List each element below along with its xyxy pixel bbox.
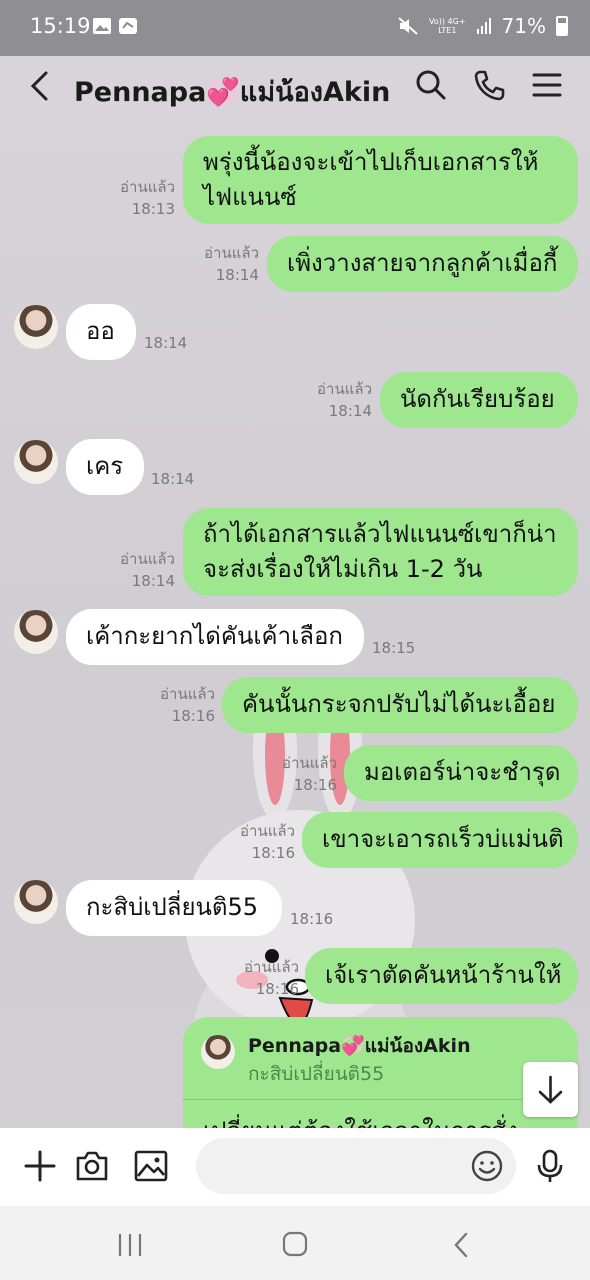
message-text-line: จะส่งเรื่องให้ไม่เกิน 1-2 วัน (203, 555, 483, 583)
message-time: 18:16 (255, 980, 299, 998)
network-indicator: Vo)) 4G+ LTE1 (429, 17, 466, 35)
message-input-bar (0, 1128, 590, 1206)
mute-icon (398, 17, 418, 35)
network-bottom-label: LTE1 (438, 26, 457, 35)
reply-quoted-text: กะสิบ่เปลี่ยนติ55 (248, 1063, 385, 1085)
read-status: อ่านแล้ว (240, 822, 295, 840)
app-notification-icon (119, 18, 137, 34)
chat-title[interactable]: Pennapa💞แม่น้องAkin (74, 70, 390, 113)
message-bubble-outgoing[interactable]: ถ้าได้เอกสารแล้วไฟแนนซ์เขาก็น่า จะส่งเรื… (183, 508, 578, 596)
network-top-label: Vo)) 4G+ (429, 17, 466, 26)
read-status: อ่านแล้ว (120, 550, 175, 568)
message-bubble-outgoing[interactable]: พรุ่งนี้น้องจะเข้าไปเก็บเอกสารให้ ไฟแนนซ… (183, 136, 578, 224)
message-bubble-outgoing[interactable]: เขาจะเอารถเร็วบ่แม่นติ (302, 812, 578, 868)
message-meta: อ่านแล้ว 18:16 (140, 683, 215, 727)
read-status: อ่านแล้ว (282, 754, 337, 772)
message-time: 18:16 (251, 844, 295, 862)
status-right-group: Vo)) 4G+ LTE1 71% (397, 14, 568, 38)
message-input[interactable] (196, 1138, 516, 1194)
message-time: 18:14 (131, 572, 175, 590)
message-bubble-outgoing[interactable]: คันนั้นกระจกปรับไม่ได้นะเอื้อย (222, 677, 578, 733)
battery-icon (556, 16, 568, 36)
read-status: อ่านแล้ว (204, 244, 259, 262)
message-bubble-incoming[interactable]: เคร (66, 439, 144, 495)
contact-avatar[interactable] (14, 440, 58, 484)
message-meta: อ่านแล้ว 18:16 (220, 820, 295, 864)
message-meta: อ่านแล้ว 18:13 (100, 176, 175, 220)
gallery-notification-icon (93, 18, 111, 34)
contact-avatar[interactable] (14, 880, 58, 924)
contact-avatar[interactable] (14, 610, 58, 654)
message-meta: อ่านแล้ว 18:14 (298, 378, 372, 422)
scroll-to-bottom-button[interactable] (523, 1062, 578, 1117)
chat-header: Pennapa💞แม่น้องAkin (0, 56, 590, 120)
arrow-down-icon (538, 1075, 563, 1104)
message-text-line: พรุ่งนี้น้องจะเข้าไปเก็บเอกสารให้ (203, 148, 539, 176)
message-time: 18:14 (328, 402, 372, 420)
message-time: 18:14 (151, 470, 195, 488)
status-time: 15:19 (30, 14, 91, 38)
message-time: 18:13 (131, 200, 175, 218)
status-bar: 15:19 Vo)) 4G+ LTE1 71% (0, 0, 590, 56)
back-arrow-icon[interactable] (26, 70, 56, 102)
camera-icon[interactable] (74, 1148, 110, 1184)
message-text-line: เขาจะเอารถเร็วบ่แม่นติ (322, 825, 564, 853)
message-time: 18:16 (290, 910, 334, 928)
read-status: อ่านแล้ว (160, 685, 215, 703)
message-text-line: ออ (86, 317, 115, 345)
battery-percent: 71% (501, 14, 546, 38)
message-bubble-outgoing[interactable]: นัดกันเรียบร้อย (380, 372, 578, 428)
emoji-icon[interactable] (469, 1148, 505, 1184)
message-text-line: นัดกันเรียบร้อย (400, 385, 555, 413)
message-text-line: เพิ่งวางสายจากลูกค้าเมื่อกี้ (287, 249, 558, 277)
image-icon[interactable] (133, 1148, 169, 1184)
message-bubble-incoming[interactable]: กะสิบ่เปลี่ยนติ55 (66, 880, 282, 936)
message-text-line: กะสิบ่เปลี่ยนติ55 (86, 893, 259, 921)
contact-avatar[interactable] (14, 305, 58, 349)
read-status: อ่านแล้ว (120, 178, 175, 196)
chat-area[interactable]: อ่านแล้ว 18:13 พรุ่งนี้น้องจะเข้าไปเก็บเ… (0, 120, 590, 1128)
message-text-line: เค้ากะยากได่คันเค้าเลือก (86, 622, 343, 650)
signal-icon (476, 18, 491, 34)
system-nav-bar (0, 1206, 590, 1280)
message-time: 18:15 (372, 639, 416, 657)
message-meta: อ่านแล้ว 18:14 (100, 548, 175, 592)
recent-apps-icon[interactable] (110, 1230, 150, 1260)
read-status: อ่านแล้ว (244, 958, 299, 976)
message-text-line: ไฟแนนซ์ (203, 183, 297, 211)
search-icon[interactable] (414, 68, 448, 102)
back-nav-icon[interactable] (442, 1230, 482, 1260)
read-status: อ่านแล้ว (317, 380, 372, 398)
message-text-line: คันนั้นกระจกปรับไม่ได้นะเอื้อย (242, 690, 556, 718)
message-meta: อ่านแล้ว 18:14 (185, 242, 259, 286)
message-bubble-outgoing[interactable]: มอเตอร์น่าจะชำรุด (344, 745, 578, 801)
reply-avatar (201, 1035, 235, 1069)
reply-author-name: Pennapa💞แม่น้องAkin (248, 1035, 471, 1057)
reply-divider (183, 1099, 578, 1100)
menu-icon[interactable] (530, 68, 564, 102)
message-bubble-outgoing[interactable]: เพิ่งวางสายจากลูกค้าเมื่อกี้ (267, 236, 578, 292)
message-text-line: มอเตอร์น่าจะชำรุด (364, 758, 561, 786)
message-meta: อ่านแล้ว 18:16 (262, 752, 337, 796)
message-time: 18:16 (293, 776, 337, 794)
message-bubble-incoming[interactable]: เค้ากะยากได่คันเค้าเลือก (66, 609, 364, 665)
message-text-line: ถ้าได้เอกสารแล้วไฟแนนซ์เขาก็น่า (203, 520, 557, 548)
message-text-line: เจ้เราตัดคันหน้าร้านให้ (325, 961, 562, 989)
message-time: 18:14 (144, 334, 188, 352)
message-time: 18:16 (171, 707, 215, 725)
message-meta: อ่านแล้ว 18:16 (224, 956, 299, 1000)
phone-icon[interactable] (472, 68, 506, 102)
message-bubble-incoming[interactable]: ออ (66, 304, 136, 360)
microphone-icon[interactable] (532, 1148, 568, 1184)
message-bubble-outgoing[interactable]: เจ้เราตัดคันหน้าร้านให้ (305, 948, 578, 1004)
plus-icon[interactable] (22, 1148, 58, 1184)
message-time: 18:14 (215, 266, 259, 284)
home-icon[interactable] (275, 1230, 315, 1260)
message-text-line: เคร (86, 452, 124, 480)
